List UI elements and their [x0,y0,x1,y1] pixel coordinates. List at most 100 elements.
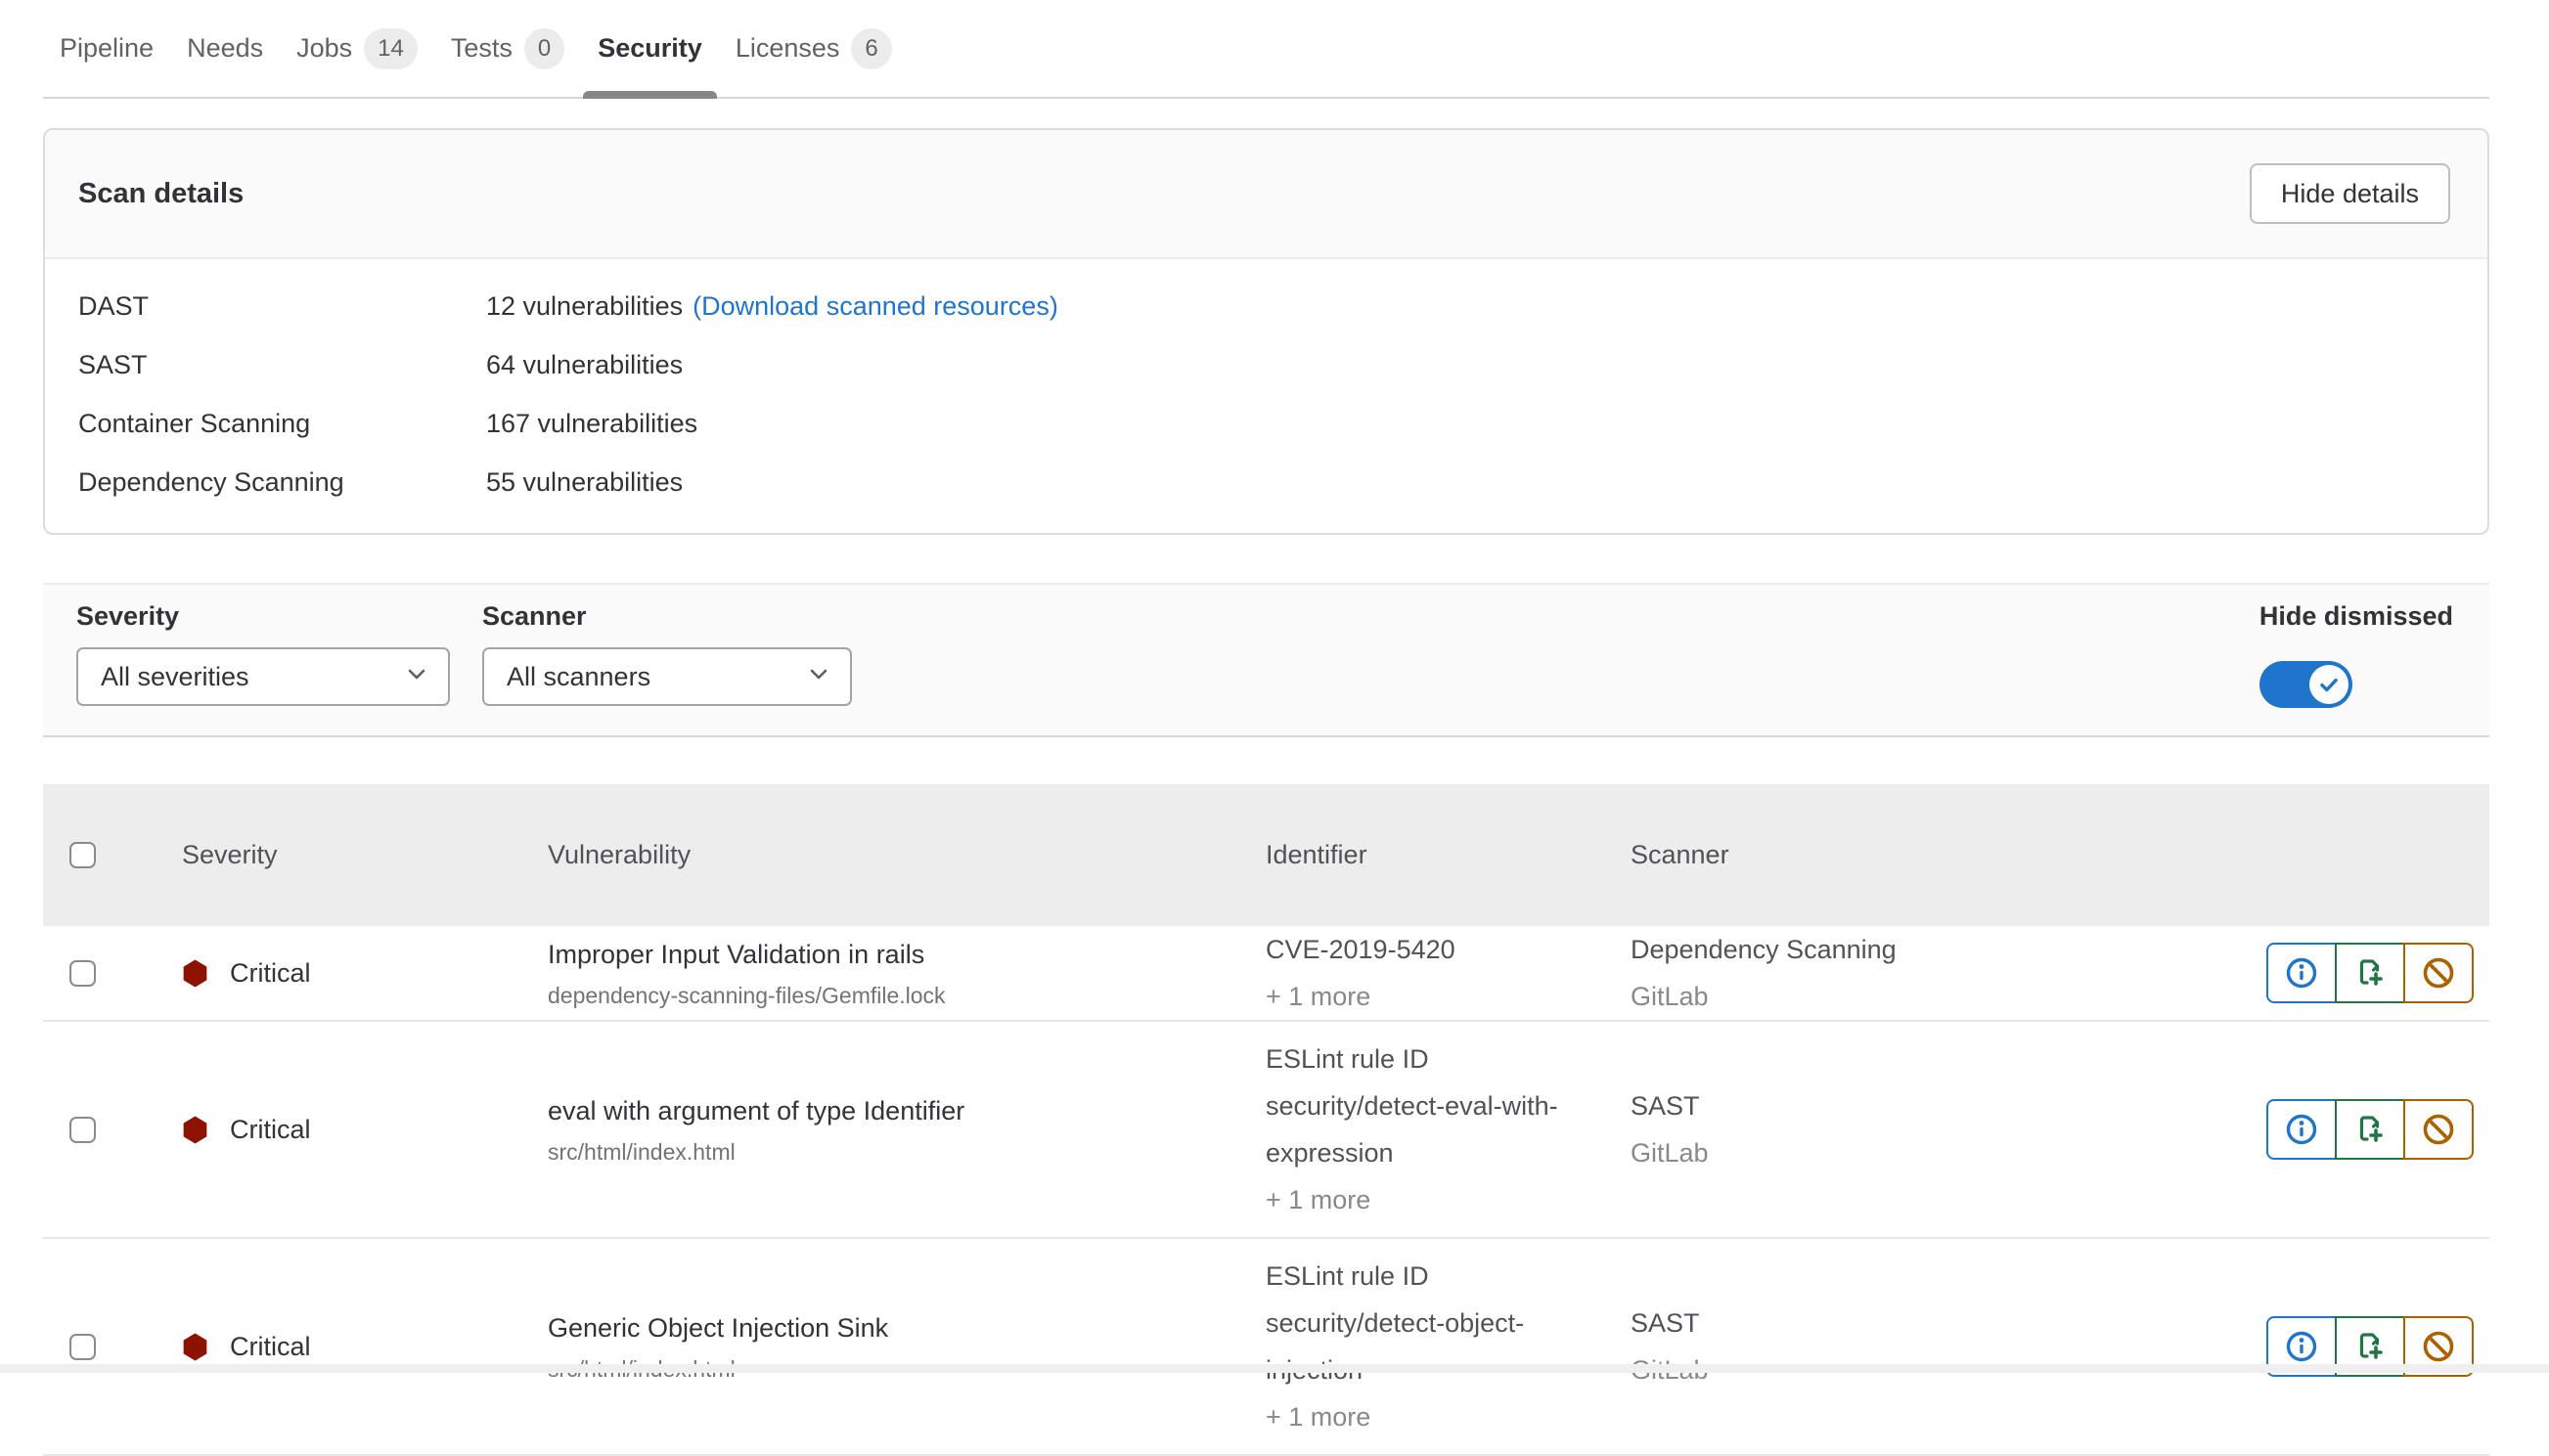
tab-label: Needs [187,33,263,64]
chevron-down-icon [807,662,830,692]
create-issue-button[interactable] [2335,1099,2405,1160]
scanner-name: SAST [1631,1082,2262,1129]
scan-details-card: Scan details Hide details DAST 12 vulner… [43,128,2489,535]
hide-dismissed-filter: Hide dismissed [2259,601,2453,708]
scanner-name: SAST [1631,1300,2262,1346]
scan-vulnerability-count: 64 vulnerabilities [486,350,683,380]
scan-details-title: Scan details [78,178,244,210]
pipeline-tab-bar: Pipeline Needs Jobs 14 Tests 0 Security … [43,0,2489,99]
severity-filter-value: All severities [101,662,249,692]
dismiss-vulnerability-button[interactable] [2403,943,2474,1003]
info-icon [2284,1112,2319,1147]
vulnerability-title[interactable]: Improper Input Validation in rails [548,938,1219,971]
tab-tests[interactable]: Tests 0 [434,0,581,97]
row-actions [2262,943,2489,1003]
identifier-cell: ESLint rule ID security/detect-eval-with… [1266,1036,1631,1223]
critical-severity-icon [182,1333,208,1361]
vulnerability-table: Severity Vulnerability Identifier Scanne… [43,784,2489,1456]
column-header-vulnerability: Vulnerability [548,840,1266,870]
severity-filter-dropdown[interactable]: All severities [76,647,450,706]
vulnerability-cell: Improper Input Validation in rails depen… [548,938,1266,1009]
vulnerability-cell: eval with argument of type Identifier sr… [548,1094,1266,1166]
row-checkbox[interactable] [69,1117,96,1143]
vulnerability-location: src/html/index.html [548,1138,1219,1166]
vulnerability-location: dependency-scanning-files/Gemfile.lock [548,982,1219,1009]
tab-jobs[interactable]: Jobs 14 [280,0,434,97]
hide-details-button[interactable]: Hide details [2250,163,2450,224]
row-actions [2262,1099,2489,1160]
scan-details-body: DAST 12 vulnerabilities (Download scanne… [45,259,2487,533]
scan-type-label: SAST [78,350,486,380]
identifier-value: ESLint rule ID [1266,1036,1631,1082]
chevron-down-icon [405,662,428,692]
scan-type-label: Dependency Scanning [78,467,486,498]
hide-dismissed-label: Hide dismissed [2259,601,2453,632]
tab-security[interactable]: Security [581,0,719,97]
tab-label: Jobs [296,33,352,64]
severity-cell: Critical [182,958,548,989]
scan-row-sast: SAST 64 vulnerabilities [78,335,2454,394]
tab-pipeline[interactable]: Pipeline [43,0,170,97]
scanner-filter-dropdown[interactable]: All scanners [482,647,852,706]
row-checkbox[interactable] [69,1334,96,1360]
tab-needs[interactable]: Needs [170,0,280,97]
vulnerability-title[interactable]: Generic Object Injection Sink [548,1311,1219,1345]
tab-label: Licenses [736,33,840,64]
severity-label: Critical [230,958,311,989]
critical-severity-icon [182,1116,208,1144]
create-issue-icon [2352,955,2388,991]
scan-row-dast: DAST 12 vulnerabilities (Download scanne… [78,277,2454,335]
scan-row-dependency-scanning: Dependency Scanning 55 vulnerabilities [78,453,2454,511]
more-info-button[interactable] [2266,943,2337,1003]
create-issue-button[interactable] [2335,943,2405,1003]
tab-label: Security [598,33,702,64]
identifier-cell: CVE-2019-5420 + 1 more [1266,926,1631,1020]
table-row: Critical eval with argument of type Iden… [43,1022,2489,1239]
scan-vulnerability-count: 55 vulnerabilities [486,467,683,498]
severity-filter-label: Severity [76,601,450,632]
select-all-checkbox[interactable] [69,842,96,868]
vulnerability-title[interactable]: eval with argument of type Identifier [548,1094,1219,1127]
create-issue-icon [2352,1112,2388,1147]
viewport-cutoff-strip [0,1364,2549,1373]
dismiss-vulnerability-icon [2421,955,2456,991]
critical-severity-icon [182,959,208,988]
tests-count-badge: 0 [524,28,564,69]
row-checkbox[interactable] [69,960,96,987]
identifier-value: ESLint rule ID [1266,1253,1631,1300]
scanner-vendor: GitLab [1631,973,2262,1020]
vulnerability-filter-bar: Severity All severities Scanner All scan… [43,583,2489,737]
severity-cell: Critical [182,1115,548,1145]
scan-vulnerability-count: 12 vulnerabilities [486,291,683,322]
download-scanned-resources-link[interactable]: (Download scanned resources) [693,291,1058,322]
identifier-value: CVE-2019-5420 [1266,926,1631,973]
table-row: Critical Generic Object Injection Sink s… [43,1239,2489,1456]
more-info-button[interactable] [2266,1099,2337,1160]
scanner-filter-value: All scanners [507,662,650,692]
scan-vulnerability-count: 167 vulnerabilities [486,409,697,439]
info-icon [2284,955,2319,991]
scanner-name: Dependency Scanning [1631,926,2262,973]
severity-label: Critical [230,1332,311,1362]
identifier-more-link[interactable]: + 1 more [1266,1393,1631,1440]
licenses-count-badge: 6 [851,28,891,69]
jobs-count-badge: 14 [364,28,418,69]
identifier-more-link[interactable]: + 1 more [1266,973,1631,1020]
scanner-filter: Scanner All scanners [482,601,852,706]
tab-label: Tests [451,33,513,64]
identifier-more-link[interactable]: + 1 more [1266,1176,1631,1223]
dismiss-vulnerability-icon [2421,1112,2456,1147]
hide-dismissed-toggle[interactable] [2259,661,2352,708]
scan-details-header: Scan details Hide details [45,130,2487,259]
severity-label: Critical [230,1115,311,1145]
scanner-vendor: GitLab [1631,1129,2262,1176]
check-icon [2316,672,2342,697]
dismiss-vulnerability-button[interactable] [2403,1099,2474,1160]
identifier-value: expression [1266,1129,1631,1176]
scanner-filter-label: Scanner [482,601,852,632]
scanner-cell: SAST GitLab [1631,1082,2262,1176]
tab-licenses[interactable]: Licenses 6 [719,0,909,97]
security-report-page: Pipeline Needs Jobs 14 Tests 0 Security … [43,0,2489,1456]
dismiss-vulnerability-icon [2421,1329,2456,1364]
severity-cell: Critical [182,1332,548,1362]
